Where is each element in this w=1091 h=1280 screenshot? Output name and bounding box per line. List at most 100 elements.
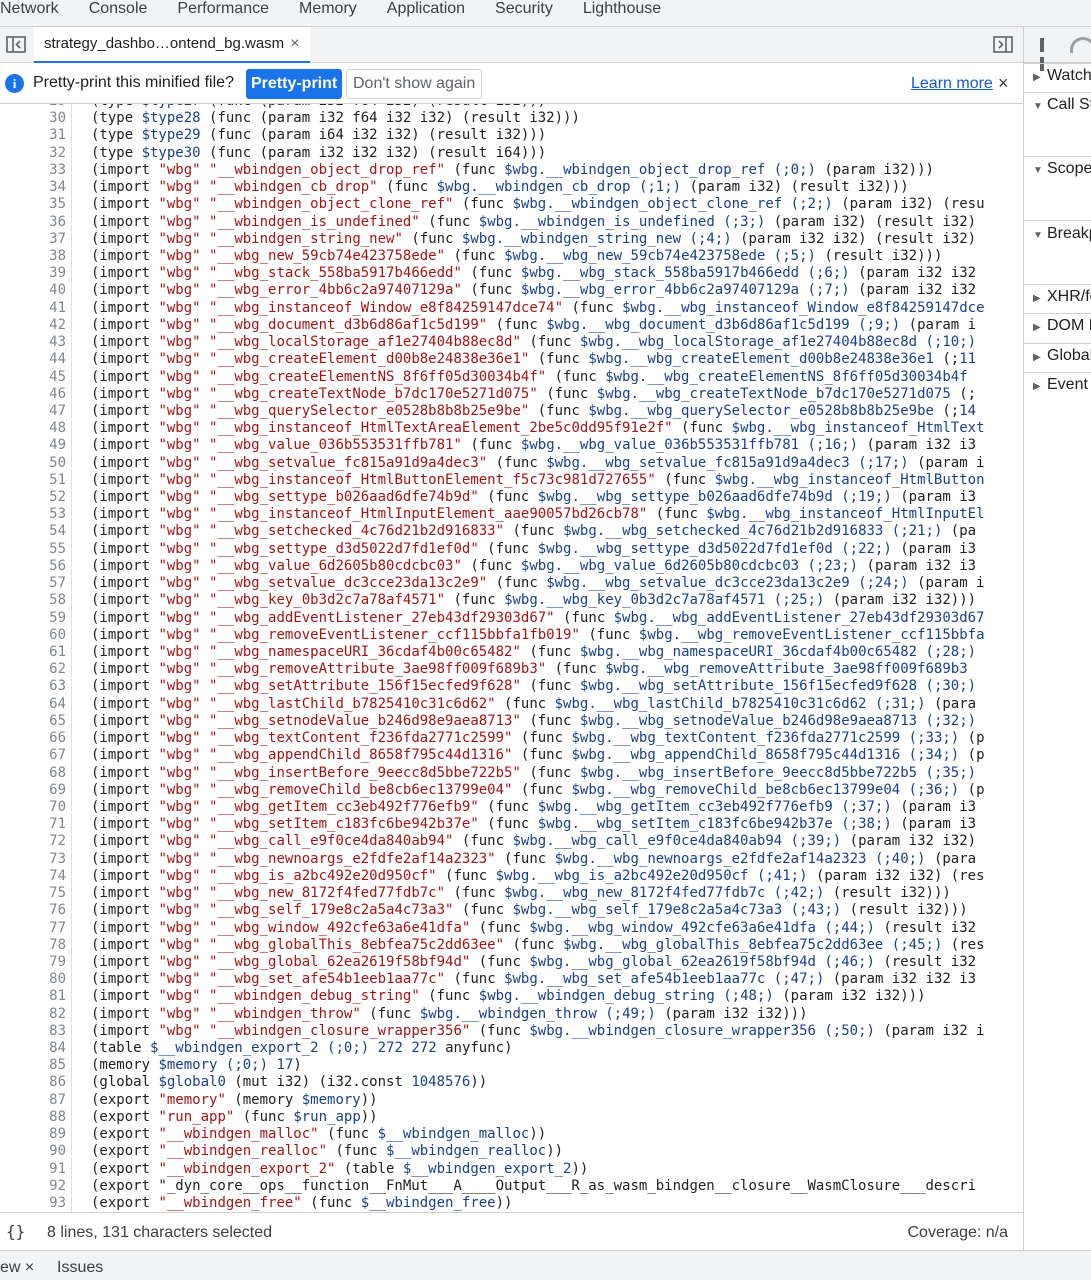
line-number[interactable]: 68 [0,765,66,782]
line-number[interactable]: 38 [0,248,66,265]
line-number[interactable]: 44 [0,351,66,368]
line-number[interactable]: 65 [0,713,66,730]
close-tab-icon[interactable]: × [290,35,299,52]
panel-tab-memory[interactable]: Memory [295,0,357,18]
line-number[interactable]: 70 [0,799,66,816]
line-number[interactable]: 43 [0,334,66,351]
panel-tab-security[interactable]: Security [491,0,553,18]
line-number[interactable]: 49 [0,437,66,454]
line-number[interactable]: 33 [0,162,66,179]
line-number[interactable]: 30 [0,110,66,127]
step-over-icon[interactable] [1070,37,1091,53]
line-number[interactable]: 59 [0,610,66,627]
drawer-tab-preview[interactable]: ew × [0,1259,34,1277]
sidebar-section-global-listeners[interactable]: ▶ Global Listeners [1024,347,1091,365]
code-line-text: (import "wbg" "__wbg_createElementNS_8f6… [91,368,968,385]
panel-tab-network[interactable]: Network [0,0,59,18]
sidebar-section-event-listener-breakpoints[interactable]: ▶ Event Listener Breakpoints [1024,376,1091,394]
line-number[interactable]: 32 [0,145,66,162]
line-number[interactable]: 57 [0,575,66,592]
line-number[interactable]: 71 [0,816,66,833]
line-number[interactable]: 76 [0,902,66,919]
pretty-print-format-icon[interactable]: {} [6,1222,25,1241]
line-number[interactable]: 39 [0,265,66,282]
line-number[interactable]: 46 [0,386,66,403]
close-infobar-icon[interactable]: × [998,73,1009,94]
panel-tab-lighthouse[interactable]: Lighthouse [579,0,661,18]
line-number[interactable]: 41 [0,300,66,317]
line-number[interactable]: 88 [0,1109,66,1126]
line-number[interactable]: 62 [0,661,66,678]
line-number[interactable]: 53 [0,506,66,523]
line-number[interactable]: 47 [0,403,66,420]
sidebar-divider [1024,313,1091,314]
line-number[interactable]: 58 [0,592,66,609]
sidebar-section-breakpoints[interactable]: ▼ Breakpoints [1024,225,1091,243]
toggle-navigator-icon[interactable] [6,36,26,53]
panel-tab-performance[interactable]: Performance [173,0,269,18]
pretty-print-button[interactable]: Pretty-print [246,69,343,99]
dont-show-again-button[interactable]: Don't show again [346,69,483,99]
line-number[interactable]: 50 [0,455,66,472]
line-number[interactable]: 72 [0,833,66,850]
line-number[interactable]: 82 [0,1006,66,1023]
line-number[interactable]: 83 [0,1023,66,1040]
pause-icon[interactable] [1040,38,1052,71]
line-number[interactable]: 67 [0,747,66,764]
sidebar-section-call-stack[interactable]: ▼ Call Stack [1024,96,1091,114]
line-number[interactable]: 54 [0,523,66,540]
sidebar-section-scope[interactable]: ▼ Scope [1024,160,1091,178]
line-number[interactable]: 64 [0,696,66,713]
line-number[interactable]: 63 [0,678,66,695]
panel-tab-console[interactable]: Console [85,0,148,18]
line-number[interactable]: 90 [0,1143,66,1160]
line-number[interactable]: 86 [0,1074,66,1091]
line-number[interactable]: 36 [0,214,66,231]
close-drawer-tab-icon[interactable]: × [25,1259,34,1276]
sidebar-section-xhr-fetch-breakpoints[interactable]: ▶ XHR/fetch Breakpoints [1024,288,1091,306]
panel-tab-application[interactable]: Application [383,0,465,18]
line-number[interactable]: 31 [0,127,66,144]
line-number[interactable]: 52 [0,489,66,506]
line-number[interactable]: 56 [0,558,66,575]
sidebar-section-watch[interactable]: ▶ Watch [1024,67,1091,85]
line-number[interactable]: 51 [0,472,66,489]
line-number[interactable]: 92 [0,1178,66,1195]
code-editor[interactable]: 29(type $type27 (func (param i32 f64 i32… [0,104,1023,1212]
line-number[interactable]: 79 [0,954,66,971]
line-number[interactable]: 60 [0,627,66,644]
line-number[interactable]: 84 [0,1040,66,1057]
line-number[interactable]: 61 [0,644,66,661]
line-number[interactable]: 78 [0,937,66,954]
line-number[interactable]: 55 [0,541,66,558]
toggle-debugger-icon[interactable] [993,36,1013,53]
line-number[interactable]: 81 [0,988,66,1005]
code-lines: 29(type $type27 (func (param i32 f64 i32… [0,104,1023,1212]
sidebar-section-dom-breakpoints[interactable]: ▶ DOM Breakpoints [1024,317,1091,335]
line-number[interactable]: 73 [0,851,66,868]
line-number[interactable]: 37 [0,231,66,248]
learn-more-link[interactable]: Learn more [911,75,993,93]
line-number[interactable]: 80 [0,971,66,988]
line-number[interactable]: 89 [0,1126,66,1143]
line-number[interactable]: 77 [0,920,66,937]
line-number[interactable]: 35 [0,196,66,213]
line-number[interactable]: 48 [0,420,66,437]
line-number[interactable]: 85 [0,1057,66,1074]
source-file-tab[interactable]: strategy_dashbo…ontend_bg.wasm × [34,27,310,63]
code-line-text: (import "wbg" "__wbg_removeEventListener… [91,626,985,643]
drawer-tab-issues[interactable]: Issues [57,1259,103,1277]
line-number[interactable]: 87 [0,1092,66,1109]
line-number[interactable]: 69 [0,782,66,799]
chevron-down-icon: ▼ [1033,230,1043,241]
line-number[interactable]: 66 [0,730,66,747]
line-number[interactable]: 75 [0,885,66,902]
line-number[interactable]: 93 [0,1195,66,1212]
line-number[interactable]: 45 [0,369,66,386]
line-number[interactable]: 42 [0,317,66,334]
sidebar-divider [1024,284,1091,285]
line-number[interactable]: 91 [0,1161,66,1178]
line-number[interactable]: 74 [0,868,66,885]
line-number[interactable]: 34 [0,179,66,196]
line-number[interactable]: 40 [0,282,66,299]
